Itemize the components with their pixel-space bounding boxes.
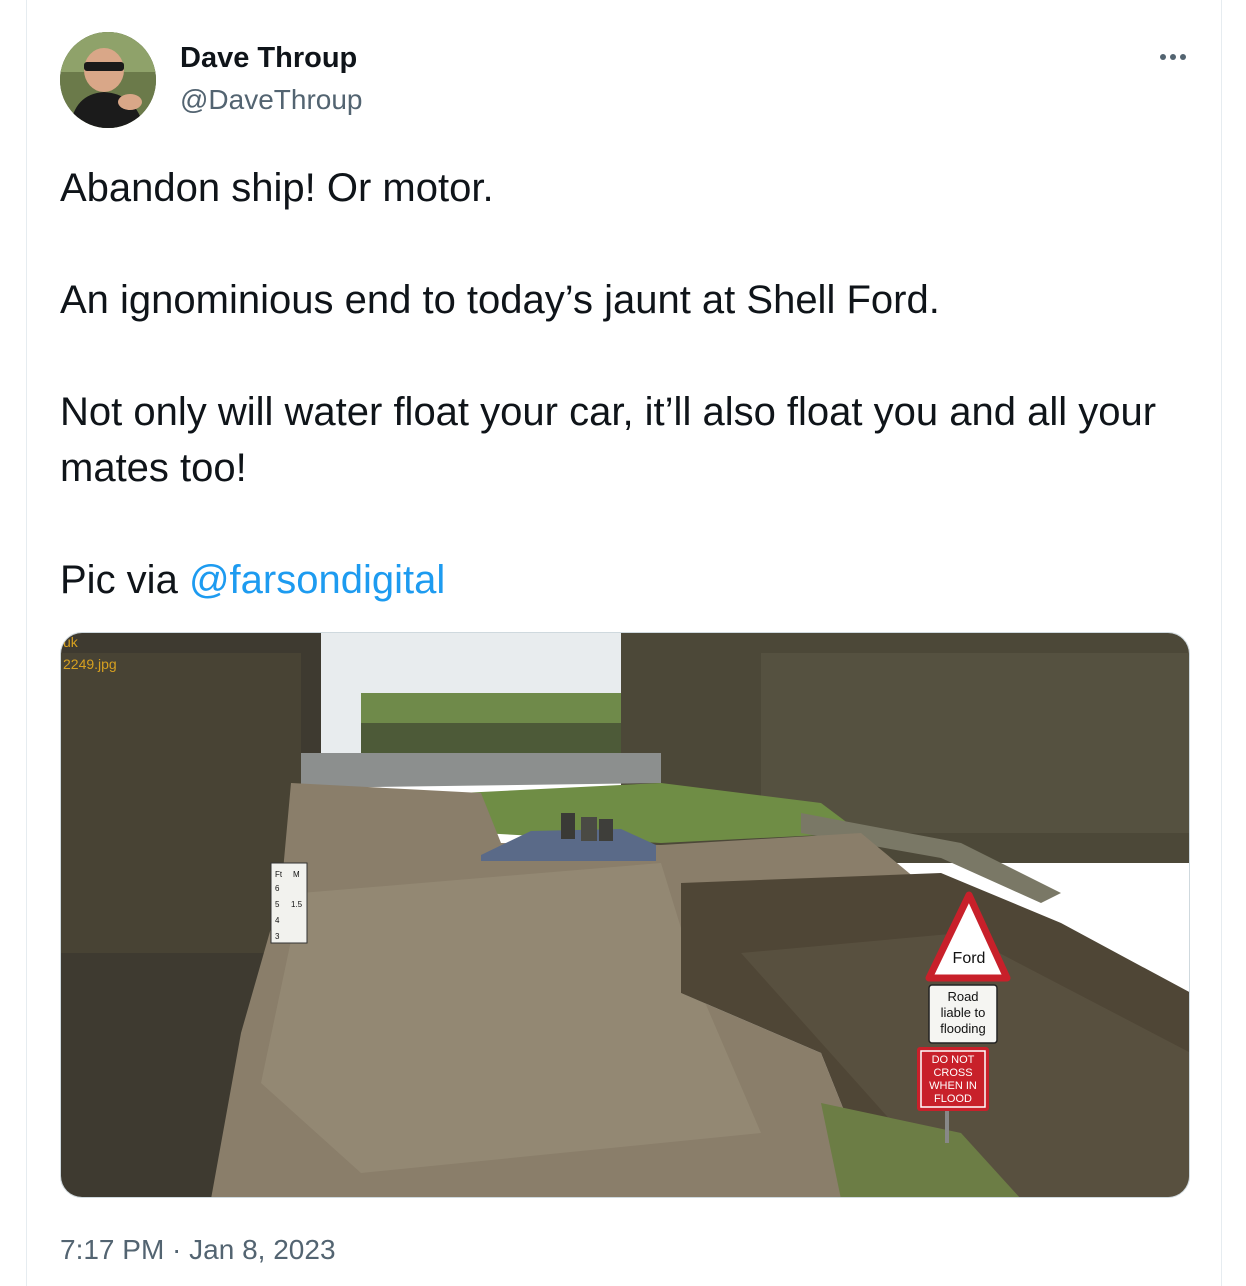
tweet-text-prefix: Pic via bbox=[60, 558, 189, 602]
tweet-line: Not only will water float your car, it’l… bbox=[60, 390, 1157, 490]
gauge-mark: 3 bbox=[275, 932, 280, 941]
tweet-line: An ignominious end to today’s jaunt at S… bbox=[60, 278, 940, 322]
tweet-timestamp: 7:17 PM · Jan 8, 2023 bbox=[60, 1234, 336, 1266]
tweet-date[interactable]: Jan 8, 2023 bbox=[189, 1234, 335, 1265]
more-options-icon[interactable] bbox=[1155, 42, 1191, 72]
mention-link[interactable]: @farsondigital bbox=[189, 558, 445, 602]
sign-road-line: Road bbox=[947, 989, 978, 1004]
sign-road-line: liable to bbox=[941, 1005, 986, 1020]
tweet-text: Abandon ship! Or motor. An ignominious e… bbox=[60, 160, 1200, 608]
sign-donot-line: FLOOD bbox=[934, 1093, 972, 1105]
tweet-line: Abandon ship! Or motor. bbox=[60, 166, 494, 210]
gauge-mark: 5 bbox=[275, 900, 280, 909]
sign-donot-line: DO NOT bbox=[932, 1054, 975, 1066]
tweet-line: Pic via @farsondigital bbox=[60, 552, 1200, 608]
tweet-time[interactable]: 7:17 PM bbox=[60, 1234, 164, 1265]
author-avatar[interactable] bbox=[60, 32, 156, 128]
author-display-name[interactable]: Dave Throup bbox=[180, 42, 357, 75]
tweet-photo[interactable]: Ft M 6 5 1.5 4 3 uk 2249.jpg Ford Road l… bbox=[60, 632, 1190, 1198]
sign-ford-text: Ford bbox=[953, 950, 986, 967]
sign-road-line: flooding bbox=[940, 1021, 986, 1036]
author-handle[interactable]: @DaveThroup bbox=[180, 84, 363, 116]
gauge-m-label: M bbox=[293, 870, 300, 879]
dot-icon bbox=[1160, 54, 1166, 60]
dot-icon bbox=[1180, 54, 1186, 60]
timestamp-separator: · bbox=[164, 1234, 190, 1265]
gauge-mark: 4 bbox=[275, 916, 280, 925]
flooded-ford-photo: Ft M 6 5 1.5 4 3 uk 2249.jpg Ford Road l… bbox=[61, 633, 1189, 1197]
overlay-text: 2249.jpg bbox=[63, 656, 117, 672]
gauge-mark: 1.5 bbox=[291, 900, 303, 909]
sign-donot-line: CROSS bbox=[933, 1067, 972, 1079]
gauge-mark: 6 bbox=[275, 884, 280, 893]
profile-photo-icon bbox=[60, 32, 156, 128]
sign-donot-line: WHEN IN bbox=[929, 1080, 977, 1092]
gauge-ft-label: Ft bbox=[275, 870, 283, 879]
dot-icon bbox=[1170, 54, 1176, 60]
